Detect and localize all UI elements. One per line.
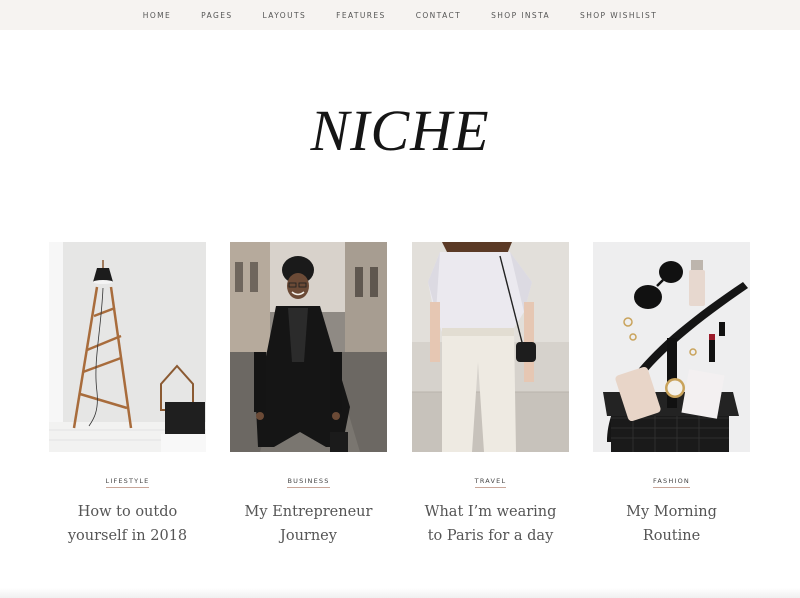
white-outfit-photo	[412, 242, 569, 452]
top-navigation: HOME PAGES LAYOUTS FEATURES CONTACT SHOP…	[0, 0, 800, 30]
nav-item-home[interactable]: HOME	[143, 11, 171, 20]
category-link[interactable]: FASHION	[653, 477, 690, 488]
post-category: TRAVEL	[412, 477, 569, 488]
post-thumbnail-white-outfit[interactable]	[412, 242, 569, 452]
site-logo[interactable]: NICHE	[0, 100, 800, 162]
ladder-lamp-photo	[49, 242, 206, 452]
nav-menu: HOME PAGES LAYOUTS FEATURES CONTACT SHOP…	[128, 11, 672, 20]
category-link[interactable]: TRAVEL	[474, 477, 507, 488]
post-title[interactable]: How to outdo yourself in 2018	[49, 500, 206, 548]
nav-item-features[interactable]: FEATURES	[336, 11, 386, 20]
post-card: LIFESTYLE How to outdo yourself in 2018	[49, 242, 206, 548]
post-card: FASHION My Morning Routine	[593, 242, 750, 548]
post-title[interactable]: My Morning Routine	[593, 500, 750, 548]
post-title[interactable]: My Entrepreneur Journey	[230, 500, 387, 548]
post-thumbnail-accessories[interactable]	[593, 242, 750, 452]
nav-item-pages[interactable]: PAGES	[201, 11, 232, 20]
post-thumbnail-woman-street[interactable]	[230, 242, 387, 452]
nav-item-contact[interactable]: CONTACT	[416, 11, 461, 20]
category-link[interactable]: LIFESTYLE	[105, 477, 150, 488]
post-card: BUSINESS My Entrepreneur Journey	[230, 242, 387, 548]
accessories-flatlay-photo	[593, 242, 750, 452]
post-category: LIFESTYLE	[49, 477, 206, 488]
post-card: TRAVEL What I’m wearing to Paris for a d…	[412, 242, 569, 548]
nav-item-layouts[interactable]: LAYOUTS	[263, 11, 307, 20]
category-link[interactable]: BUSINESS	[287, 477, 330, 488]
nav-item-shop-wishlist[interactable]: SHOP WISHLIST	[580, 11, 657, 20]
post-thumbnail-ladder-lamp[interactable]	[49, 242, 206, 452]
woman-street-photo	[230, 242, 387, 452]
nav-item-shop-insta[interactable]: SHOP INSTA	[491, 11, 550, 20]
post-category: BUSINESS	[230, 477, 387, 488]
page-footer-edge	[0, 588, 800, 598]
post-title[interactable]: What I’m wearing to Paris for a day	[412, 500, 569, 548]
post-grid: LIFESTYLE How to outdo yourself in 2018	[49, 242, 751, 562]
post-category: FASHION	[593, 477, 750, 488]
